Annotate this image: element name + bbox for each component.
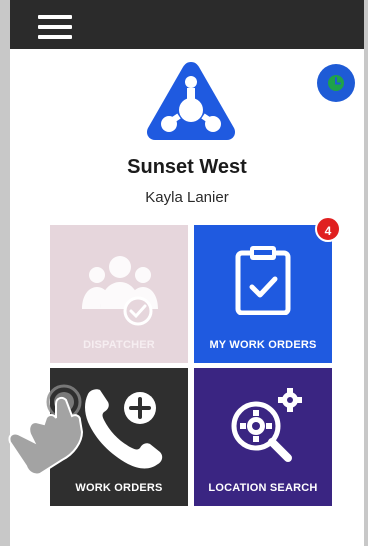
- location-search-label: LOCATION SEARCH: [208, 482, 318, 494]
- my-work-orders-label: MY WORK ORDERS: [209, 339, 317, 351]
- phone-add-icon: [85, 389, 163, 469]
- clipboard-check-icon: [235, 246, 291, 315]
- company-name: Sunset West: [127, 156, 247, 178]
- dispatcher-label: DISPATCHER: [83, 339, 155, 351]
- clock-button[interactable]: [317, 64, 355, 102]
- work-orders-label: WORK ORDERS: [75, 482, 163, 494]
- app-screen: Sunset West Kayla Lanier DISPATCHER MY W…: [10, 0, 364, 546]
- device-frame-right: [364, 0, 368, 546]
- team-check-icon: [82, 256, 158, 326]
- device-frame-left: [0, 0, 10, 546]
- location-search-tile[interactable]: LOCATION SEARCH: [194, 368, 332, 506]
- my-work-orders-tile[interactable]: MY WORK ORDERS: [194, 225, 332, 363]
- top-app-bar: [10, 0, 364, 49]
- triangle-nodes-logo: [143, 58, 239, 142]
- hamburger-icon[interactable]: [38, 15, 72, 39]
- user-name: Kayla Lanier: [145, 189, 229, 206]
- dispatcher-tile[interactable]: DISPATCHER: [50, 225, 188, 363]
- notification-badge: 4: [315, 216, 341, 242]
- work-orders-tile[interactable]: WORK ORDERS: [50, 368, 188, 506]
- clock-icon: [328, 75, 344, 91]
- gear-search-icon: [231, 388, 302, 462]
